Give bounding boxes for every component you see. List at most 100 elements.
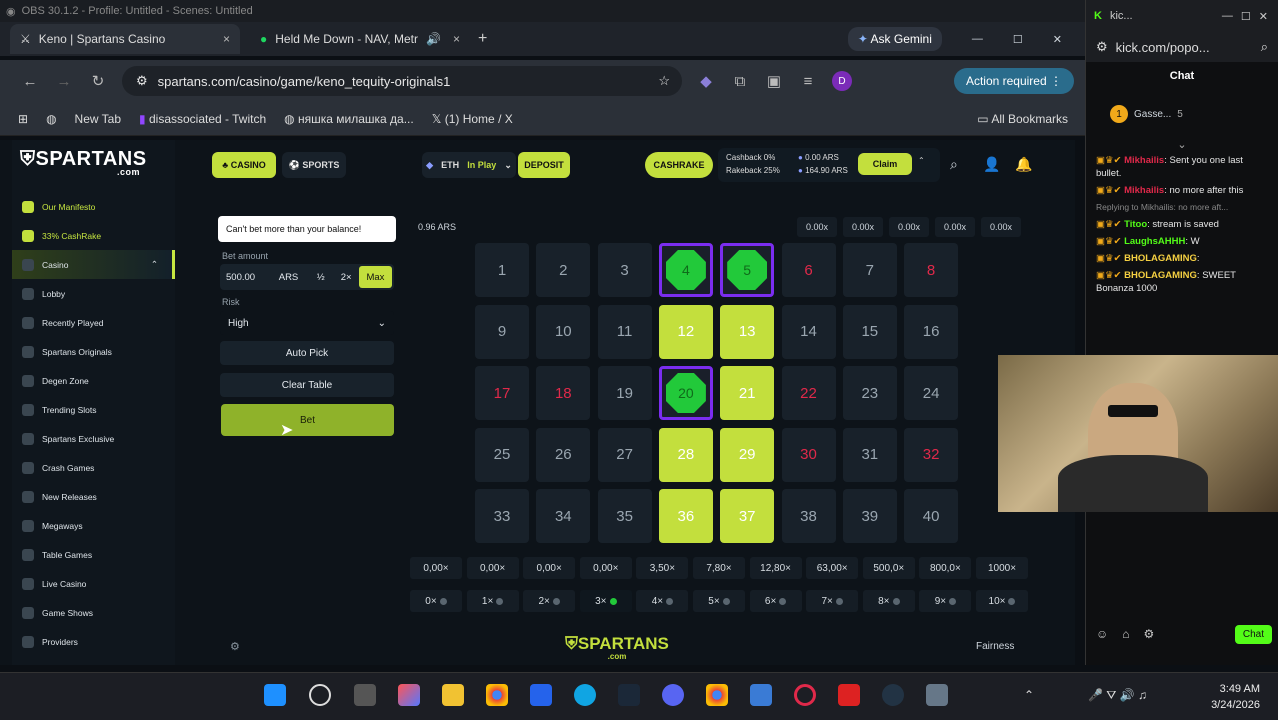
cashrake-button[interactable]: CASHRAKE bbox=[645, 152, 713, 178]
file-explorer-icon[interactable] bbox=[442, 684, 464, 706]
minimize-button[interactable]: — bbox=[1222, 10, 1233, 22]
reload-icon[interactable]: ↻ bbox=[88, 72, 108, 90]
keno-tile[interactable]: 33 bbox=[475, 489, 529, 543]
keno-tile[interactable]: 38 bbox=[781, 489, 836, 543]
ask-gemini-button[interactable]: ✦ Ask Gemini bbox=[847, 27, 942, 51]
keno-tile[interactable]: 2 bbox=[536, 243, 591, 297]
keno-tile[interactable]: 3 bbox=[597, 243, 652, 297]
edge-icon[interactable] bbox=[574, 684, 596, 706]
keno-tile[interactable]: 24 bbox=[904, 366, 959, 420]
tab-close-icon[interactable]: × bbox=[223, 32, 230, 46]
tray-chevron-icon[interactable]: ⌃ bbox=[1024, 688, 1034, 702]
minimize-button[interactable]: — bbox=[972, 33, 983, 45]
fairness-link[interactable]: Fairness bbox=[976, 641, 1014, 652]
spartans-logo[interactable]: ⛨SPARTANS .com bbox=[20, 148, 160, 186]
discord-icon[interactable] bbox=[662, 684, 684, 706]
close-window-button[interactable]: ✕ bbox=[1259, 10, 1268, 23]
settings-icon[interactable] bbox=[926, 684, 948, 706]
sidebar-item[interactable]: Game Shows bbox=[12, 598, 175, 627]
bookmark-twitch[interactable]: ▮ disassociated - Twitch bbox=[139, 112, 266, 126]
sidebar-item[interactable]: Spartans Exclusive bbox=[12, 424, 175, 453]
apps-icon[interactable]: ⊞ bbox=[18, 112, 28, 126]
opera-icon[interactable] bbox=[794, 684, 816, 706]
max-button[interactable]: Max bbox=[358, 266, 393, 288]
keno-tile[interactable]: 5 bbox=[720, 243, 775, 297]
chat-username[interactable]: Titoo bbox=[1124, 219, 1147, 230]
maximize-button[interactable]: ☐ bbox=[1013, 33, 1023, 46]
store-icon[interactable] bbox=[530, 684, 552, 706]
sidebar-item[interactable]: Trending Slots bbox=[12, 395, 175, 424]
media-icon[interactable]: ≡ bbox=[798, 73, 818, 90]
keno-tile[interactable]: 7 bbox=[842, 243, 897, 297]
bet-button[interactable]: Bet bbox=[221, 404, 394, 436]
chat-url-bar[interactable]: ⚙ kick.com/popo... ⌕ bbox=[1086, 32, 1278, 62]
forward-icon[interactable]: → bbox=[54, 73, 74, 90]
keno-tile[interactable]: 23 bbox=[842, 366, 897, 420]
keno-tile[interactable]: 35 bbox=[597, 489, 652, 543]
sidebar-icon[interactable]: ▣ bbox=[764, 72, 784, 90]
sidebar-item[interactable]: Degen Zone bbox=[12, 366, 175, 395]
double-button[interactable]: 2× bbox=[333, 272, 358, 283]
user-icon[interactable]: 👤 bbox=[983, 156, 1000, 173]
url-bar[interactable]: ⚙ spartans.com/casino/game/keno_tequity-… bbox=[122, 66, 682, 96]
keno-tile[interactable]: 39 bbox=[842, 489, 897, 543]
sidebar-item[interactable]: Our Manifesto bbox=[12, 192, 175, 221]
chat-username[interactable]: BHOLAGAMING bbox=[1124, 253, 1197, 264]
chat-username[interactable]: Mikhailis bbox=[1124, 155, 1164, 166]
action-required-button[interactable]: Action required ⋮ bbox=[953, 68, 1074, 94]
chat-username[interactable]: LaughsAHHH bbox=[1124, 236, 1185, 247]
site-info-icon[interactable]: ⚙ bbox=[136, 73, 148, 89]
keno-tile[interactable]: 4 bbox=[658, 243, 713, 297]
tray-icons[interactable]: 🎤 ⛛ 🔊 ♫ bbox=[1088, 688, 1147, 703]
close-window-button[interactable]: ✕ bbox=[1053, 33, 1062, 46]
half-button[interactable]: ½ bbox=[308, 272, 333, 283]
keno-tile[interactable]: 11 bbox=[597, 304, 652, 359]
sidebar-item[interactable]: Spartans Originals bbox=[12, 337, 175, 366]
keno-tile[interactable]: 15 bbox=[842, 304, 897, 359]
keno-tile[interactable]: 40 bbox=[904, 489, 959, 543]
chat-send-button[interactable]: Chat bbox=[1234, 624, 1272, 644]
windows-start-icon[interactable] bbox=[264, 684, 286, 706]
gift-icon[interactable]: ⌂ bbox=[1122, 627, 1129, 641]
bet-amount-field[interactable]: 500.00 ARS ½ 2× Max bbox=[220, 264, 394, 290]
bookmark-star-icon[interactable]: ☆ bbox=[658, 73, 670, 89]
deposit-button[interactable]: DEPOSIT bbox=[518, 152, 570, 178]
keno-tile[interactable]: 36 bbox=[658, 489, 713, 543]
auto-pick-button[interactable]: Auto Pick bbox=[220, 341, 394, 365]
app-icon[interactable] bbox=[750, 684, 772, 706]
sidebar-item[interactable]: Providers bbox=[12, 627, 175, 656]
keno-tile[interactable]: 1 bbox=[475, 243, 529, 297]
chevron-down-icon[interactable]: ⌄ bbox=[1086, 138, 1278, 152]
sidebar-item[interactable]: Megaways bbox=[12, 511, 175, 540]
chat-username[interactable]: BHOLAGAMING bbox=[1124, 270, 1197, 281]
chrome-icon[interactable] bbox=[486, 684, 508, 706]
keno-tile[interactable]: 31 bbox=[842, 427, 897, 482]
keno-tile[interactable]: 32 bbox=[904, 427, 959, 482]
sidebar-item[interactable]: Recently Played bbox=[12, 308, 175, 337]
sidebar-item[interactable]: New Releases bbox=[12, 482, 175, 511]
extension-icon[interactable]: ◆ bbox=[696, 72, 716, 90]
tab-spotify[interactable]: ● Held Me Down - NAV, Metr 🔊 × bbox=[250, 24, 470, 54]
currency-selector[interactable]: ◆ ETH In Play ⌄ bbox=[422, 152, 516, 178]
puzzle-icon[interactable]: ⧉ bbox=[730, 73, 750, 90]
task-view-icon[interactable] bbox=[354, 684, 376, 706]
keno-tile[interactable]: 13 bbox=[720, 304, 775, 359]
keno-tile[interactable]: 34 bbox=[536, 489, 591, 543]
chat-username[interactable]: Mikhailis bbox=[1124, 185, 1164, 196]
sidebar-item[interactable]: Table Games bbox=[12, 540, 175, 569]
keno-tile[interactable]: 26 bbox=[536, 427, 591, 482]
tab-keno[interactable]: ⚔ Keno | Spartans Casino × bbox=[10, 24, 240, 54]
steam-icon[interactable] bbox=[618, 684, 640, 706]
sidebar-item[interactable]: Casino ⌃ bbox=[12, 250, 175, 279]
bookmark-russian[interactable]: ◍ няшка милашка да... bbox=[284, 112, 414, 126]
keno-tile[interactable]: 16 bbox=[904, 304, 959, 359]
sports-tab-button[interactable]: ⚽ SPORTS bbox=[282, 152, 346, 178]
keno-tile[interactable]: 22 bbox=[781, 366, 836, 420]
keno-tile[interactable]: 20 bbox=[658, 366, 713, 420]
clock[interactable]: 3:49 AM 3/24/2026 bbox=[1205, 681, 1260, 713]
keno-tile[interactable]: 9 bbox=[475, 304, 529, 359]
casino-tab-button[interactable]: ♣ CASINO bbox=[212, 152, 276, 178]
record-icon[interactable] bbox=[838, 684, 860, 706]
claim-button[interactable]: Claim bbox=[858, 153, 912, 175]
sidebar-item[interactable]: Live Casino bbox=[12, 569, 175, 598]
